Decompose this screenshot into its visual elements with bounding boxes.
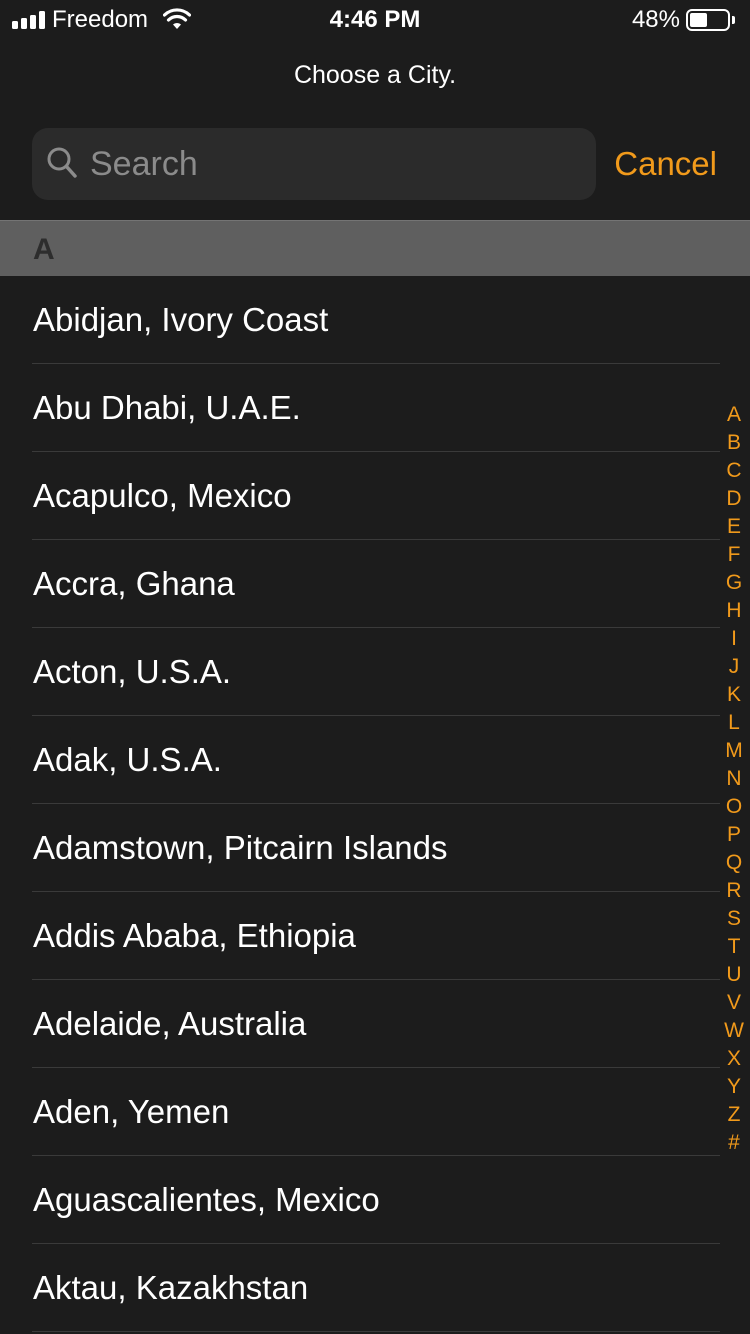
section-letter: A	[33, 233, 55, 266]
cancel-button[interactable]: Cancel	[614, 144, 717, 184]
index-letter-f[interactable]: F	[728, 541, 741, 569]
city-name: Adamstown, Pitcairn Islands	[33, 829, 448, 866]
index-letter-hash[interactable]: #	[728, 1129, 740, 1157]
city-row[interactable]: Adelaide, Australia	[0, 980, 750, 1068]
index-letter-t[interactable]: T	[728, 933, 741, 961]
city-row[interactable]: Aguascalientes, Mexico	[0, 1156, 750, 1244]
index-letter-n[interactable]: N	[726, 765, 741, 793]
index-letter-o[interactable]: O	[726, 793, 742, 821]
city-row[interactable]: Accra, Ghana	[0, 540, 750, 628]
city-row[interactable]: Acton, U.S.A.	[0, 628, 750, 716]
index-letter-j[interactable]: J	[729, 653, 740, 681]
city-name: Aden, Yemen	[33, 1093, 230, 1130]
status-bar: Freedom 4:46 PM 48%	[0, 0, 750, 40]
city-row[interactable]: Adamstown, Pitcairn Islands	[0, 804, 750, 892]
city-list: Abidjan, Ivory Coast Abu Dhabi, U.A.E. A…	[0, 276, 750, 1332]
index-letter-e[interactable]: E	[727, 513, 741, 541]
index-letter-z[interactable]: Z	[728, 1101, 741, 1129]
city-name: Aguascalientes, Mexico	[33, 1181, 380, 1218]
city-name: Acapulco, Mexico	[33, 477, 292, 514]
city-row[interactable]: Abu Dhabi, U.A.E.	[0, 364, 750, 452]
page-title: Choose a City.	[293, 61, 457, 89]
city-row[interactable]: Adak, U.S.A.	[0, 716, 750, 804]
index-letter-c[interactable]: C	[726, 457, 741, 485]
section-header: A	[0, 220, 750, 276]
index-letter-s[interactable]: S	[727, 905, 741, 933]
index-letter-d[interactable]: D	[726, 485, 741, 513]
city-name: Adelaide, Australia	[33, 1005, 307, 1042]
city-row[interactable]: Addis Ababa, Ethiopia	[0, 892, 750, 980]
city-row[interactable]: Aden, Yemen	[0, 1068, 750, 1156]
city-name: Addis Ababa, Ethiopia	[33, 917, 356, 954]
index-letter-q[interactable]: Q	[726, 849, 742, 877]
battery-percentage: 48%	[631, 6, 680, 33]
city-name: Abidjan, Ivory Coast	[33, 301, 329, 338]
city-name: Abu Dhabi, U.A.E.	[33, 389, 301, 426]
city-row[interactable]: Acapulco, Mexico	[0, 452, 750, 540]
index-letter-x[interactable]: X	[727, 1045, 741, 1073]
battery-cap	[732, 16, 735, 24]
city-name: Aktau, Kazakhstan	[33, 1269, 309, 1306]
search-icon	[47, 147, 77, 178]
index-letter-v[interactable]: V	[727, 989, 741, 1017]
city-row[interactable]: Aktau, Kazakhstan	[0, 1244, 750, 1332]
index-letter-r[interactable]: R	[726, 877, 741, 905]
index-letter-y[interactable]: Y	[727, 1073, 741, 1101]
index-letter-h[interactable]: H	[726, 597, 741, 625]
city-name: Accra, Ghana	[33, 565, 235, 602]
index-letter-i[interactable]: I	[731, 625, 737, 653]
index-letter-k[interactable]: K	[727, 681, 741, 709]
index-letter-l[interactable]: L	[728, 709, 740, 737]
city-row[interactable]: Abidjan, Ivory Coast	[0, 276, 750, 364]
search-field[interactable]	[32, 128, 596, 200]
search-input[interactable]	[90, 140, 580, 188]
battery-icon	[686, 9, 730, 31]
index-letter-m[interactable]: M	[725, 737, 743, 765]
alphabet-index[interactable]: A B C D E F G H I J K L M N O P Q R S T …	[718, 401, 750, 1157]
index-letter-w[interactable]: W	[724, 1017, 744, 1045]
index-letter-b[interactable]: B	[727, 429, 741, 457]
index-letter-a[interactable]: A	[727, 401, 741, 429]
index-letter-p[interactable]: P	[727, 821, 741, 849]
battery-level-fill	[690, 13, 707, 27]
index-letter-g[interactable]: G	[726, 569, 742, 597]
city-name: Adak, U.S.A.	[33, 741, 222, 778]
city-name: Acton, U.S.A.	[33, 653, 232, 690]
index-letter-u[interactable]: U	[726, 961, 741, 989]
row-divider	[32, 1331, 720, 1332]
